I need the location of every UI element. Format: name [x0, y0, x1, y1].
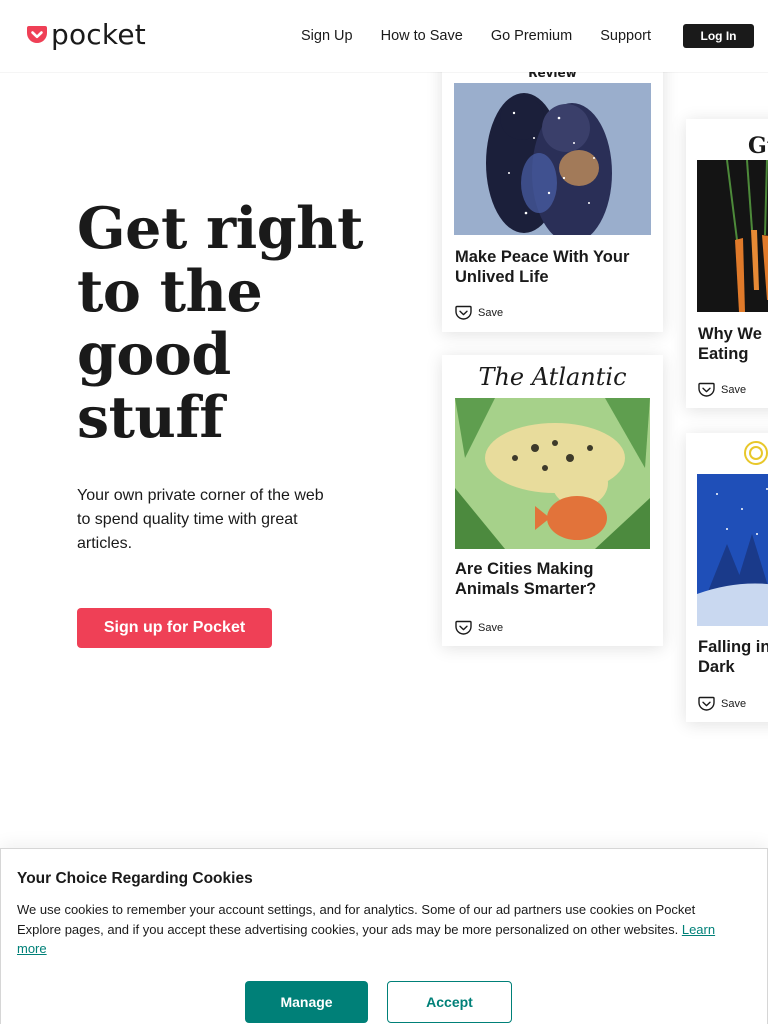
- sign-up-for-pocket-button[interactable]: Sign up for Pocket: [77, 608, 272, 648]
- hero-title-line: to the: [77, 258, 263, 325]
- hero-title-line: Get right: [77, 195, 363, 262]
- cookie-banner: Your Choice Regarding Cookies We use coo…: [0, 848, 768, 1024]
- cookie-title: Your Choice Regarding Cookies: [17, 870, 253, 887]
- publication-name: Gu: [748, 133, 768, 159]
- hero-title-line: good: [77, 321, 231, 388]
- article-title-line: Dark: [698, 658, 735, 676]
- save-button[interactable]: Save: [455, 620, 503, 636]
- pocket-logo-icon: [27, 26, 47, 43]
- article-image: [454, 83, 651, 235]
- article-title[interactable]: Why We Eating: [698, 324, 768, 364]
- article-image: [697, 160, 768, 312]
- article-title-line: Why We: [698, 325, 762, 343]
- site-header: pocket Sign Up How to Save Go Premium Su…: [0, 0, 768, 72]
- article-card[interactable]: The Atlantic Are Cities Making Animals S…: [442, 355, 663, 646]
- article-image: [697, 474, 768, 626]
- logo-text: pocket: [51, 18, 146, 51]
- article-title[interactable]: Make Peace With Your Unlived Life: [455, 247, 651, 287]
- main-nav: Sign Up How to Save Go Premium Support: [301, 26, 679, 46]
- pocket-logo[interactable]: pocket: [27, 20, 146, 50]
- save-button[interactable]: Save: [698, 382, 746, 398]
- pocket-save-icon: [698, 382, 715, 397]
- pocket-save-icon: [455, 620, 472, 635]
- manage-button[interactable]: Manage: [245, 981, 368, 1023]
- save-label: Save: [478, 622, 504, 634]
- article-card[interactable]: Review Make Peace With Your Unlived Life…: [442, 52, 663, 332]
- save-label: Save: [478, 307, 504, 319]
- hero-title-line: stuff: [77, 384, 224, 451]
- nav-sign-up[interactable]: Sign Up: [301, 26, 353, 46]
- nav-how-to-save[interactable]: How to Save: [381, 26, 463, 46]
- save-label: Save: [721, 698, 747, 710]
- cookie-body: We use cookies to remember your account …: [17, 902, 696, 937]
- nav-support[interactable]: Support: [600, 26, 651, 46]
- log-in-button[interactable]: Log In: [683, 24, 754, 48]
- pocket-save-icon: [698, 696, 715, 711]
- hero-title: Get right to the good stuff: [77, 197, 397, 449]
- save-label: Save: [721, 384, 747, 396]
- save-button[interactable]: Save: [455, 305, 503, 321]
- publication-logo-icon: [744, 441, 768, 465]
- article-title-line: Eating: [698, 345, 749, 363]
- cookie-text: We use cookies to remember your account …: [17, 900, 717, 959]
- article-title[interactable]: Falling in Dark: [698, 637, 768, 677]
- publication-name: The Atlantic: [478, 363, 627, 391]
- article-title-line: Falling in: [698, 638, 768, 656]
- article-image: [455, 398, 650, 549]
- hero-subtitle: Your own private corner of the web to sp…: [77, 487, 324, 552]
- article-title[interactable]: Are Cities Making Animals Smarter?: [455, 559, 651, 599]
- pocket-save-icon: [455, 305, 472, 320]
- article-card[interactable]: Gu Why We Eating Save: [686, 119, 768, 408]
- accept-button[interactable]: Accept: [387, 981, 512, 1023]
- article-card[interactable]: Falling in Dark Save: [686, 433, 768, 722]
- nav-go-premium[interactable]: Go Premium: [491, 26, 572, 46]
- save-button[interactable]: Save: [698, 696, 746, 712]
